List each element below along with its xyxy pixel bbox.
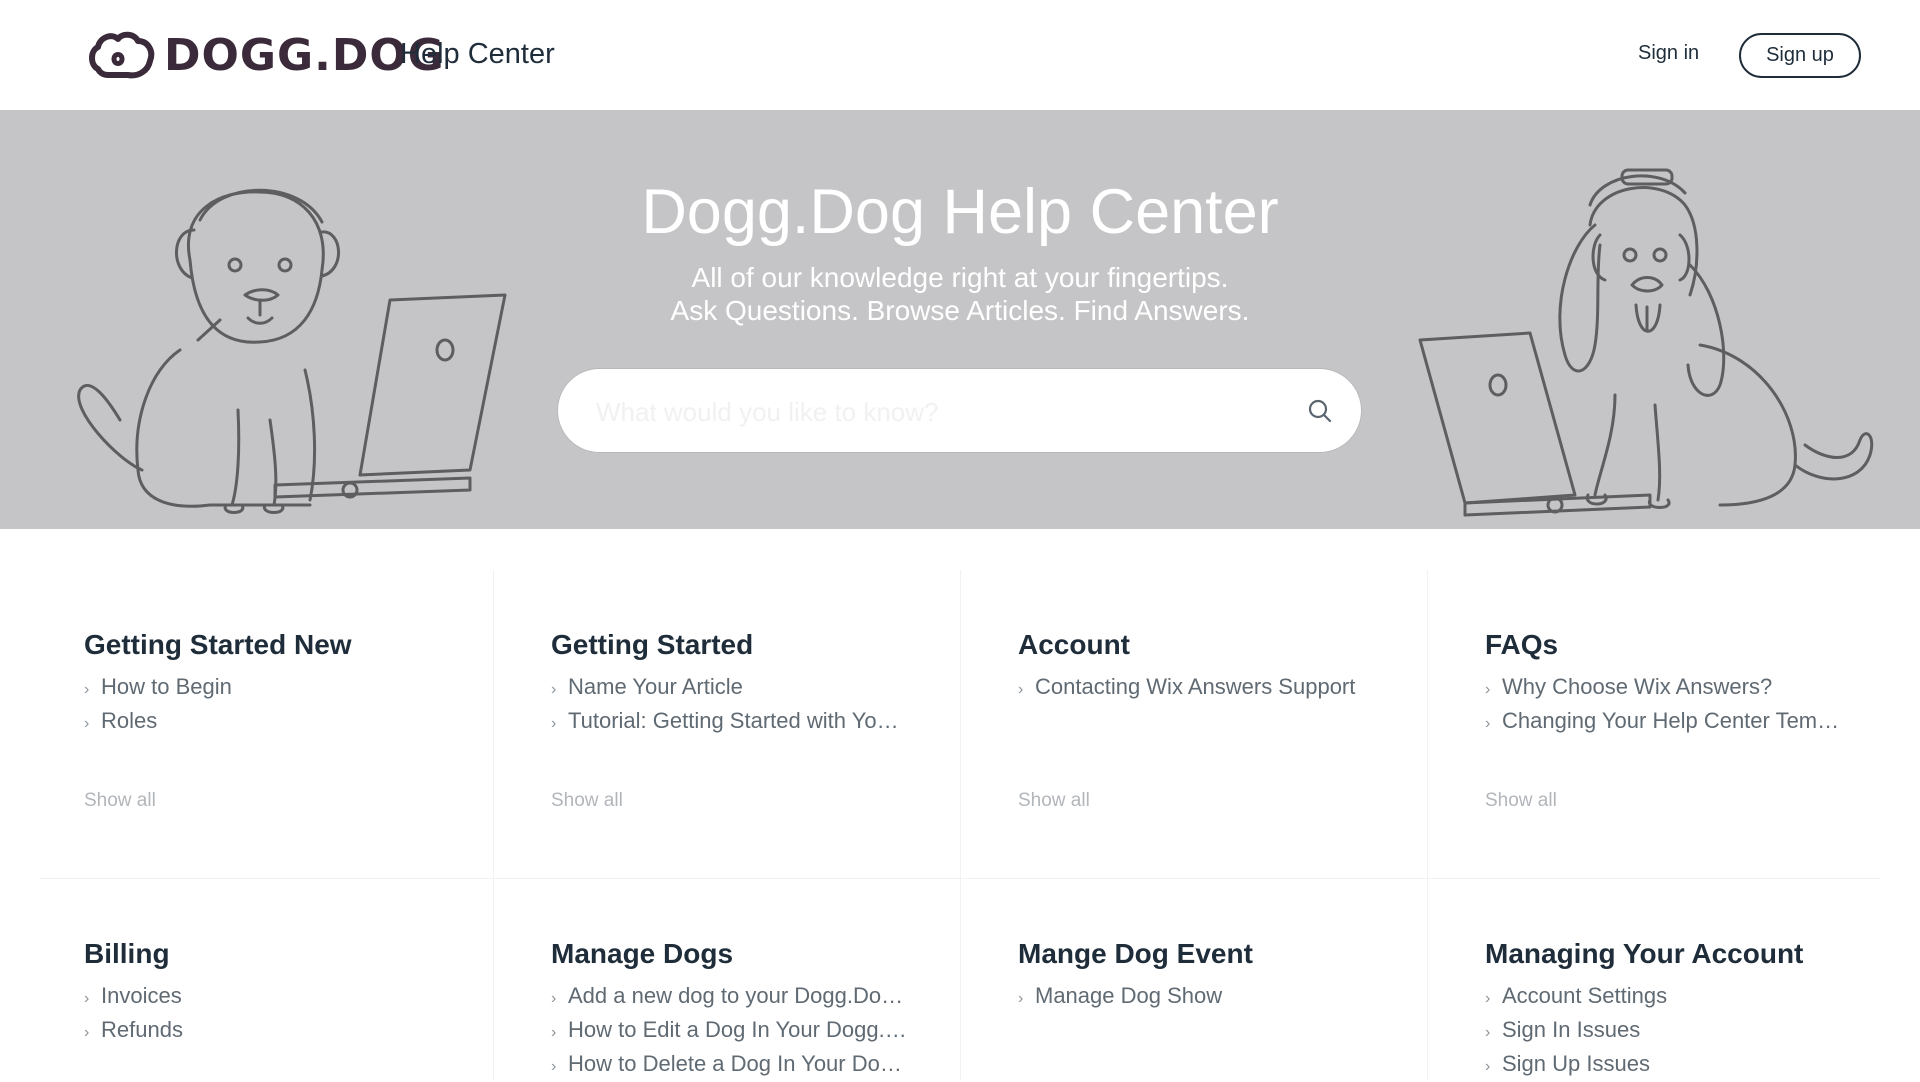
article-link[interactable]: › How to Edit a Dog In Your Dogg.…	[551, 1014, 951, 1048]
article-link[interactable]: › Sign In Issues	[1485, 1014, 1885, 1048]
category-getting-started-new: Getting Started New › How to Begin › Roles	[84, 628, 504, 739]
chevron-right-icon: ›	[84, 681, 90, 698]
chevron-right-icon: ›	[1485, 1024, 1491, 1041]
hero-subtitle-line-2: Ask Questions. Browse Articles. Find Ans…	[670, 295, 1250, 326]
category-mange-dog-event: Mange Dog Event › Manage Dog Show	[1018, 937, 1438, 1014]
article-link[interactable]: › Roles	[84, 705, 484, 739]
chevron-right-icon: ›	[1485, 715, 1491, 732]
show-all-link[interactable]: Show all	[84, 790, 156, 812]
category-title[interactable]: Getting Started New	[84, 628, 504, 662]
chevron-right-icon: ›	[1018, 681, 1024, 698]
show-all-link[interactable]: Show all	[1018, 790, 1090, 812]
article-link[interactable]: › Sign Up Issues	[1485, 1048, 1885, 1082]
chevron-right-icon: ›	[1485, 1058, 1491, 1075]
show-all-link[interactable]: Show all	[1485, 790, 1557, 812]
search-bar	[557, 368, 1362, 453]
search-input[interactable]	[594, 391, 1238, 433]
hero-subtitle-line-1: All of our knowledge right at your finge…	[691, 262, 1229, 293]
show-all-link[interactable]: Show all	[551, 790, 623, 812]
chevron-right-icon: ›	[551, 681, 557, 698]
chevron-right-icon: ›	[551, 1058, 557, 1075]
category-faqs: FAQs › Why Choose Wix Answers? › Changing …	[1485, 628, 1905, 739]
search-icon[interactable]	[1307, 398, 1333, 424]
chevron-right-icon: ›	[84, 1024, 90, 1041]
article-link[interactable]: › Contacting Wix Answers Support	[1018, 671, 1418, 705]
article-link[interactable]: › Why Choose Wix Answers?	[1485, 671, 1885, 705]
article-link[interactable]: › Invoices	[84, 980, 484, 1014]
dog-outline-logo-icon	[89, 31, 155, 79]
chevron-right-icon: ›	[1485, 681, 1491, 698]
article-link[interactable]: › Refunds	[84, 1014, 484, 1048]
category-manage-dogs: Manage Dogs › Add a new dog to your Dogg.…	[551, 937, 971, 1082]
hero-title: Dogg.Dog Help Center	[641, 177, 1279, 247]
brand-logo[interactable]: DOGG.DOG	[88, 28, 445, 84]
chevron-right-icon: ›	[551, 990, 557, 1007]
chevron-right-icon: ›	[1018, 990, 1024, 1007]
chevron-right-icon: ›	[551, 1024, 557, 1041]
grid-divider	[40, 878, 1880, 879]
top-header: DOGG.DOG Help Center Sign in Sign up	[0, 0, 1920, 110]
article-link[interactable]: › Manage Dog Show	[1018, 980, 1418, 1014]
chevron-right-icon: ›	[84, 715, 90, 732]
category-title[interactable]: Managing Your Account	[1485, 937, 1905, 971]
category-title[interactable]: FAQs	[1485, 628, 1905, 662]
chevron-right-icon: ›	[1485, 990, 1491, 1007]
category-account: Account › Contacting Wix Answers Support	[1018, 628, 1438, 705]
category-title[interactable]: Getting Started	[551, 628, 971, 662]
category-getting-started: Getting Started › Name Your Article › Tuto…	[551, 628, 971, 739]
article-link[interactable]: › How to Delete a Dog In Your Do…	[551, 1048, 951, 1082]
article-link[interactable]: › Account Settings	[1485, 980, 1885, 1014]
article-link[interactable]: › How to Begin	[84, 671, 484, 705]
sign-up-button[interactable]: Sign up	[1739, 33, 1861, 78]
hero-banner: Dogg.Dog Help Center All of our knowledg…	[0, 110, 1920, 529]
article-link[interactable]: › Add a new dog to your Dogg.Do…	[551, 980, 951, 1014]
article-link[interactable]: › Changing Your Help Center Tem…	[1485, 705, 1885, 739]
chevron-right-icon: ›	[551, 715, 557, 732]
category-billing: Billing › Invoices › Refunds	[84, 937, 504, 1048]
chevron-right-icon: ›	[84, 990, 90, 1007]
category-title[interactable]: Mange Dog Event	[1018, 937, 1438, 971]
category-title[interactable]: Manage Dogs	[551, 937, 971, 971]
category-managing-your-account: Managing Your Account › Account Settings …	[1485, 937, 1905, 1082]
header-title: Help Center	[400, 38, 555, 70]
category-title[interactable]: Account	[1018, 628, 1438, 662]
sign-in-link[interactable]: Sign in	[1638, 42, 1699, 65]
article-link[interactable]: › Tutorial: Getting Started with Yo…	[551, 705, 951, 739]
article-link[interactable]: › Name Your Article	[551, 671, 951, 705]
category-title[interactable]: Billing	[84, 937, 504, 971]
